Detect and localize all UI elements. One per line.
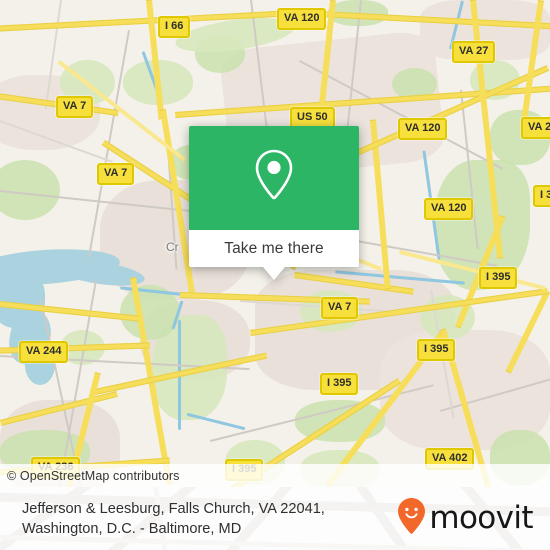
road-shield-va-120-center[interactable]: VA 120 [424, 198, 474, 220]
address-line-1: Jefferson & Leesburg, Falls Church, VA 2… [22, 500, 325, 517]
road-shield-va-27[interactable]: VA 27 [452, 41, 496, 63]
take-me-there-popup[interactable]: Take me there [189, 126, 359, 280]
road-shield-i-395-mid[interactable]: I 395 [417, 339, 456, 361]
take-me-there-button[interactable]: Take me there [189, 230, 359, 280]
road-shield-i-3-clipped[interactable]: I 3 [533, 185, 550, 207]
popup-tail [263, 267, 285, 280]
road-shield-i-395-east[interactable]: I 395 [479, 267, 518, 289]
road-shield-va-120-north[interactable]: VA 120 [277, 8, 327, 30]
moovit-map-screenshot: Cr I 66VA 120VA 27VA 7US 50VA 120VA 24VA… [0, 0, 550, 550]
osm-attribution-text[interactable]: © OpenStreetMap contributors [0, 469, 180, 483]
road-shield-va-7-northwest[interactable]: VA 7 [56, 96, 94, 118]
road-shield-i-395-center[interactable]: I 395 [320, 373, 359, 395]
map-place-label: Cr [166, 240, 179, 254]
osm-attribution-bar: © OpenStreetMap contributors [0, 464, 550, 487]
road-shield-va-24-clipped[interactable]: VA 24 [521, 117, 550, 139]
location-pin-icon [251, 147, 297, 210]
moovit-logo[interactable]: moovit [398, 498, 534, 539]
footer-bar: Jefferson & Leesburg, Falls Church, VA 2… [0, 487, 550, 550]
road-shield-va-7-south[interactable]: VA 7 [321, 297, 359, 319]
address-line-2: Washington, D.C. - Baltimore, MD [22, 520, 242, 537]
road-shield-va-244[interactable]: VA 244 [19, 341, 69, 363]
take-me-there-label: Take me there [224, 239, 324, 257]
road-shield-va-7-west[interactable]: VA 7 [97, 163, 135, 185]
road-shield-va-120-east[interactable]: VA 120 [398, 118, 448, 140]
popup-image-area [189, 126, 359, 230]
moovit-smiley-pin-icon [398, 498, 426, 539]
map-viewport[interactable]: Cr I 66VA 120VA 27VA 7US 50VA 120VA 24VA… [0, 0, 550, 487]
address-block: Jefferson & Leesburg, Falls Church, VA 2… [22, 499, 325, 539]
road-shield-i-66[interactable]: I 66 [158, 16, 191, 38]
moovit-wordmark: moovit [429, 500, 533, 536]
